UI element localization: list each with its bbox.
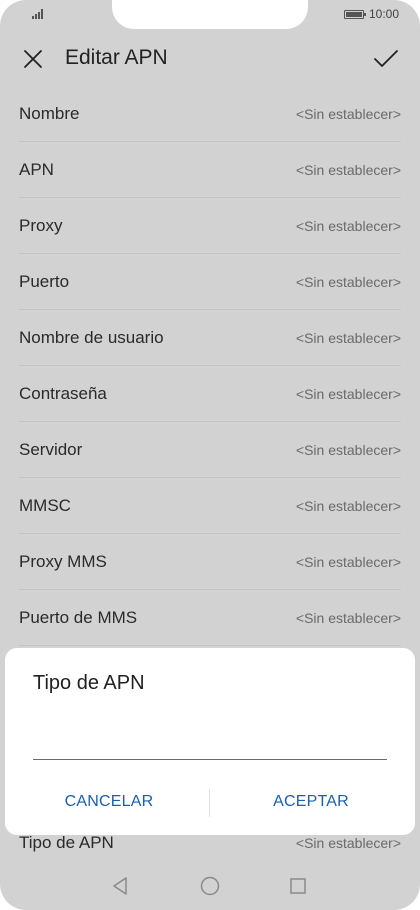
list-item[interactable]: Puerto de MMS <Sin establecer> (19, 590, 401, 646)
list-item-label: Servidor (19, 440, 83, 459)
list-item[interactable]: MMSC <Sin establecer> (19, 478, 401, 534)
status-time: 10:00 (369, 7, 400, 21)
check-icon (374, 50, 398, 67)
apn-type-input[interactable] (33, 728, 387, 760)
list-item-label: Puerto de MMS (19, 608, 138, 627)
list-item[interactable]: Proxy <Sin establecer> (19, 198, 401, 254)
list-item[interactable]: Proxy MMS <Sin establecer> (19, 534, 401, 590)
list-item-value: <Sin establecer> (295, 106, 401, 122)
close-icon (24, 50, 42, 68)
list-item-label: Nombre de usuario (19, 328, 164, 347)
navigation-bar (0, 866, 420, 906)
list-item-label: Tipo de APN (19, 833, 114, 852)
recent-apps-button[interactable] (286, 874, 310, 898)
phone-screen: 10:00 Editar APN Nombre <Sin establecer>… (0, 0, 420, 910)
home-button[interactable] (198, 874, 222, 898)
list-item-label: Proxy MMS (19, 552, 107, 571)
accept-button[interactable]: ACEPTAR (221, 784, 401, 820)
battery-icon (344, 10, 366, 19)
close-button[interactable] (20, 46, 46, 72)
list-item-value: <Sin establecer> (295, 218, 401, 234)
status-bar: 10:00 (0, 0, 420, 32)
apn-settings-list: Nombre <Sin establecer> APN <Sin estable… (0, 86, 420, 646)
list-item-value: <Sin establecer> (295, 554, 401, 570)
notch (112, 0, 308, 29)
list-item-label: Puerto (19, 272, 70, 291)
page-title: Editar APN (65, 46, 168, 69)
list-item-value: <Sin establecer> (295, 386, 401, 402)
list-item-value: <Sin establecer> (295, 835, 401, 851)
cancel-button[interactable]: CANCELAR (19, 784, 199, 820)
list-item[interactable]: Contraseña <Sin establecer> (19, 366, 401, 422)
list-item-value: <Sin establecer> (295, 498, 401, 514)
back-triangle-icon (113, 877, 127, 895)
app-header: Editar APN (0, 36, 420, 82)
list-item[interactable]: Puerto <Sin establecer> (19, 254, 401, 310)
list-item-value: <Sin establecer> (295, 274, 401, 290)
confirm-button[interactable] (372, 46, 400, 72)
list-item[interactable]: Nombre de usuario <Sin establecer> (19, 310, 401, 366)
back-button[interactable] (108, 874, 132, 898)
list-item-label: APN (19, 160, 54, 179)
list-item-value: <Sin establecer> (295, 330, 401, 346)
list-item[interactable]: Nombre <Sin establecer> (19, 86, 401, 142)
list-item-label: Contraseña (19, 384, 107, 403)
list-item-label: Proxy (19, 216, 63, 235)
apn-type-dialog: Tipo de APN CANCELAR ACEPTAR (5, 648, 415, 835)
home-circle-icon (200, 876, 220, 896)
list-item[interactable]: Servidor <Sin establecer> (19, 422, 401, 478)
list-item-value: <Sin establecer> (295, 442, 401, 458)
list-item-label: MMSC (19, 496, 71, 515)
list-item-value: <Sin establecer> (295, 610, 401, 626)
list-item-value: <Sin establecer> (295, 162, 401, 178)
dialog-title: Tipo de APN (33, 672, 145, 694)
list-item[interactable]: APN <Sin establecer> (19, 142, 401, 198)
list-item-label: Nombre (19, 104, 80, 123)
dialog-button-divider (209, 789, 210, 817)
recent-square-icon (290, 878, 306, 894)
signal-icon (32, 9, 48, 19)
